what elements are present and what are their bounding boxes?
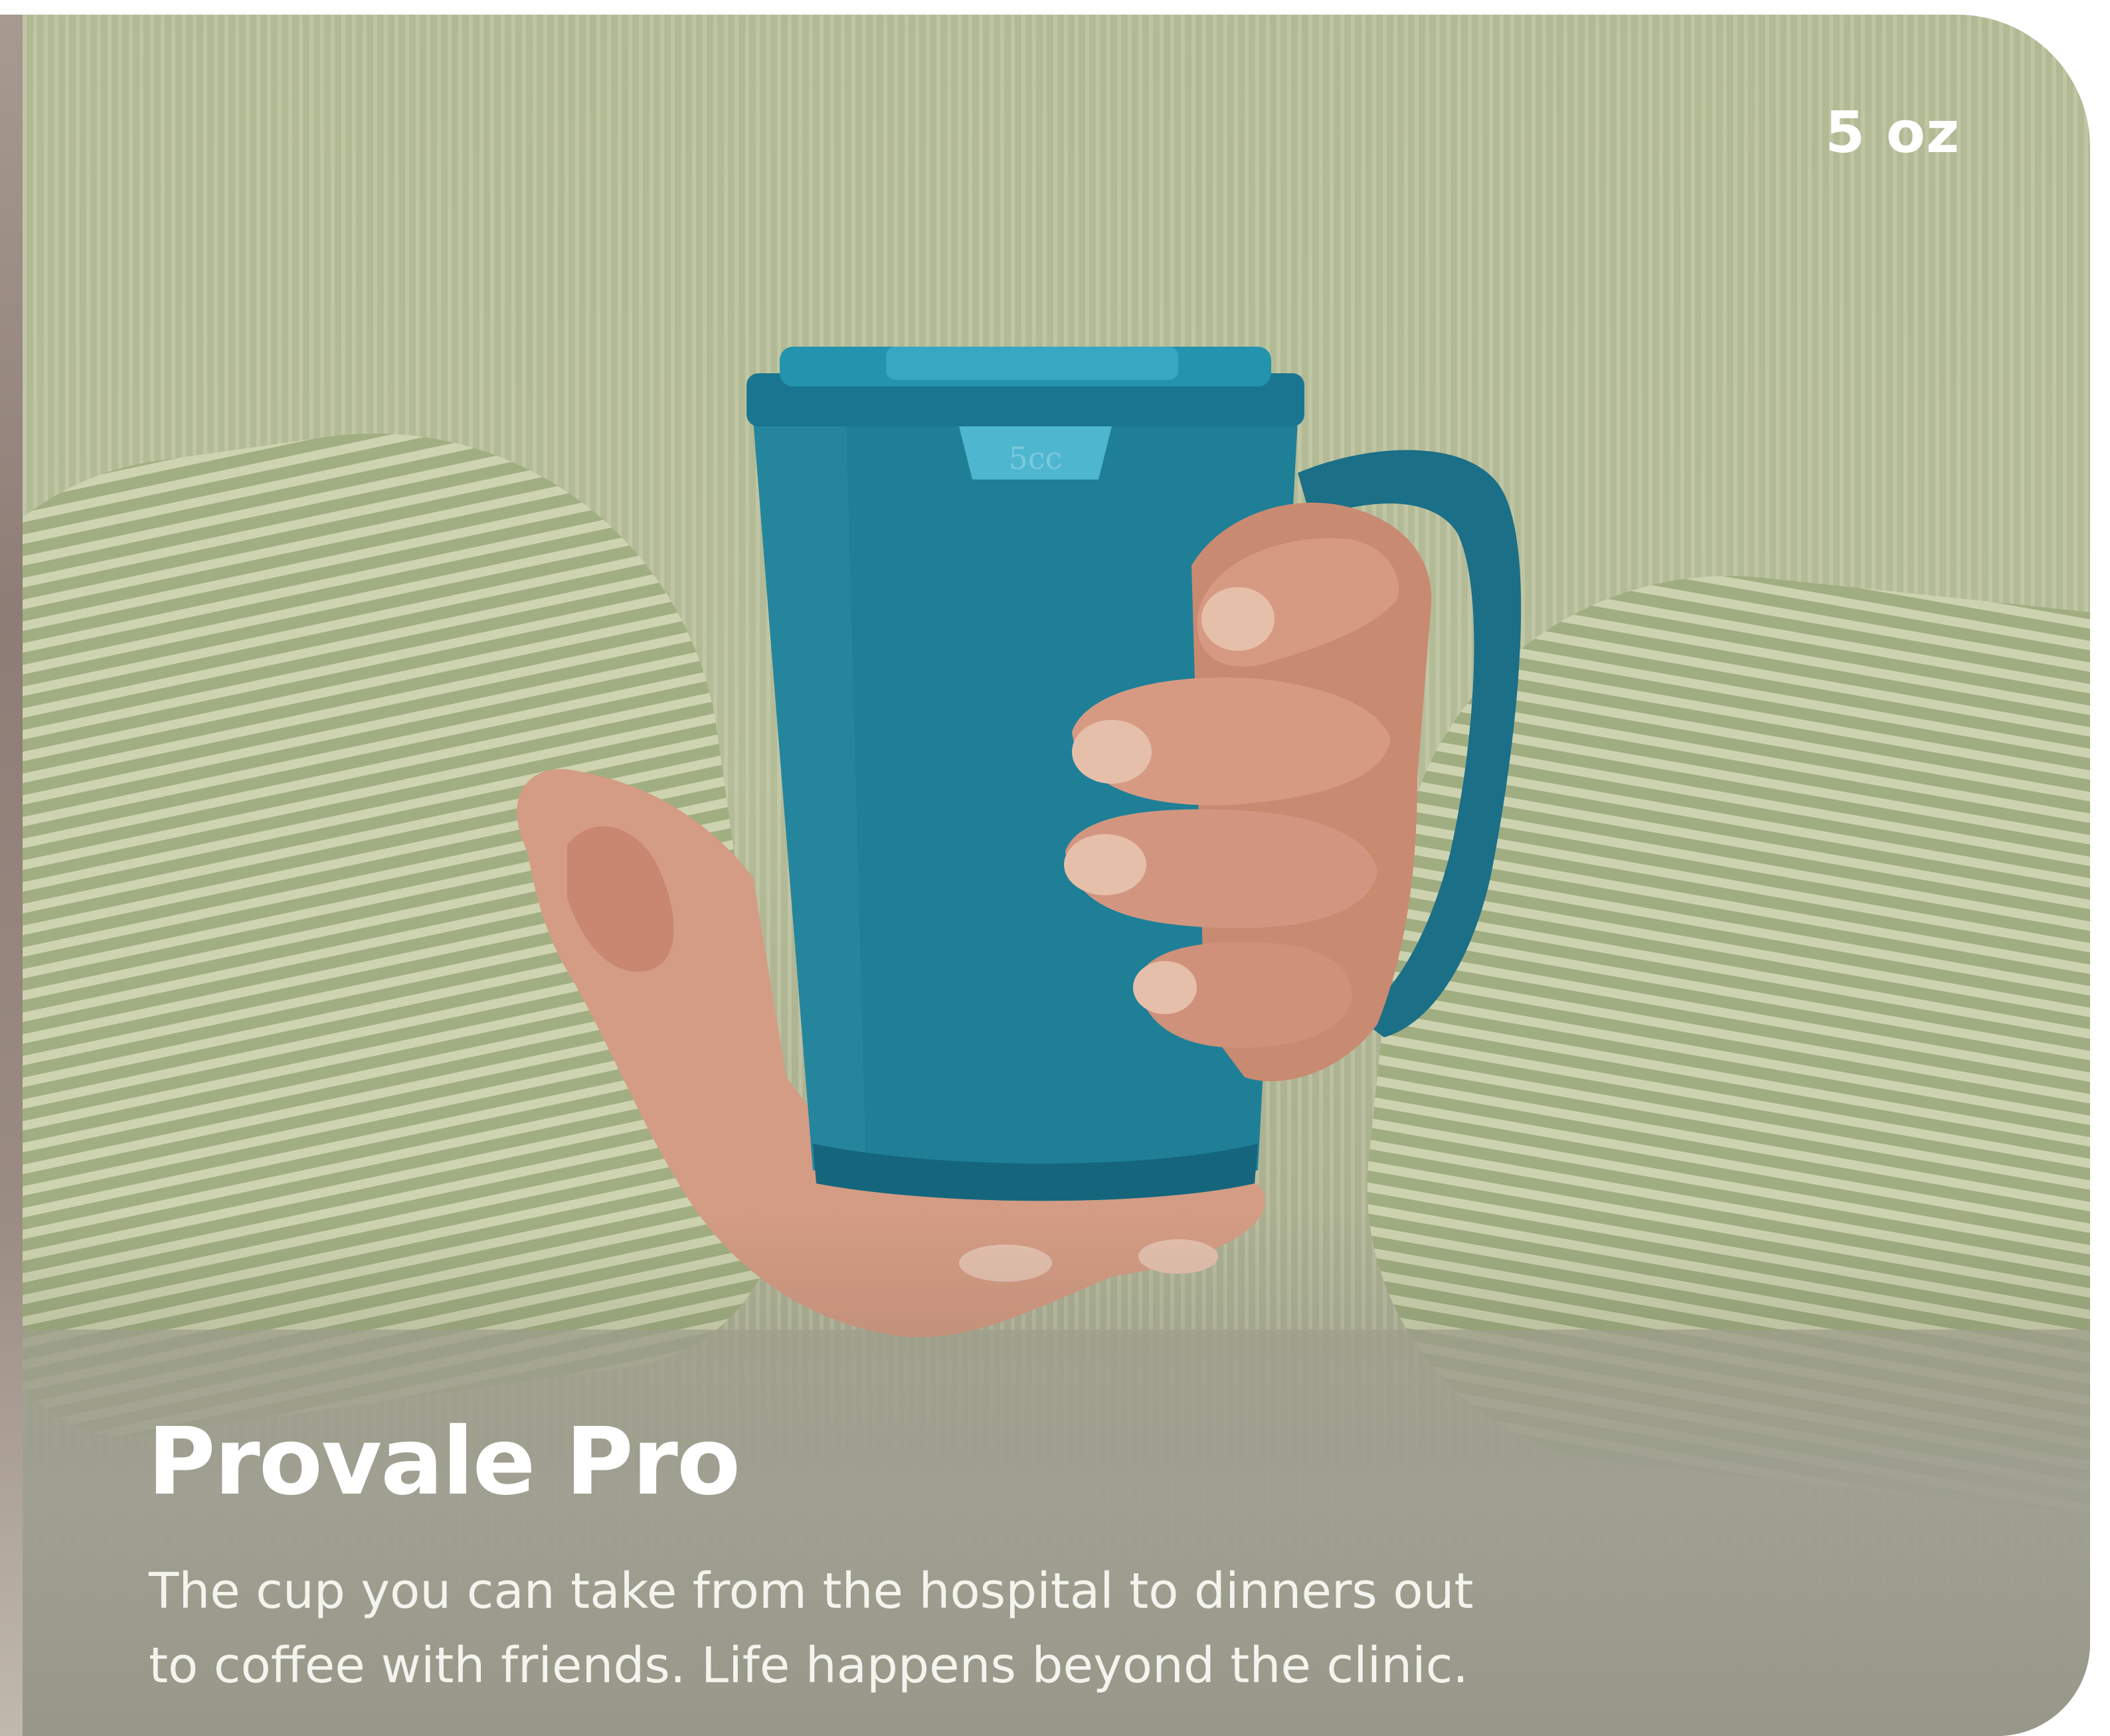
description-line-2: to coffee with friends. Life happens bey… xyxy=(149,1637,1468,1694)
size-badge: 5 oz xyxy=(1825,100,1960,166)
adjacent-card-edge xyxy=(0,15,23,1736)
lid-marking: 5cc xyxy=(1009,440,1063,476)
product-card[interactable]: 5cc 5 oz Provale Pro The cup you can tak… xyxy=(23,15,2090,1736)
product-description: The cup you can take from the hospital t… xyxy=(149,1554,1676,1703)
description-line-1: The cup you can take from the hospital t… xyxy=(149,1563,1474,1620)
product-title: Provale Pro xyxy=(147,1408,741,1516)
